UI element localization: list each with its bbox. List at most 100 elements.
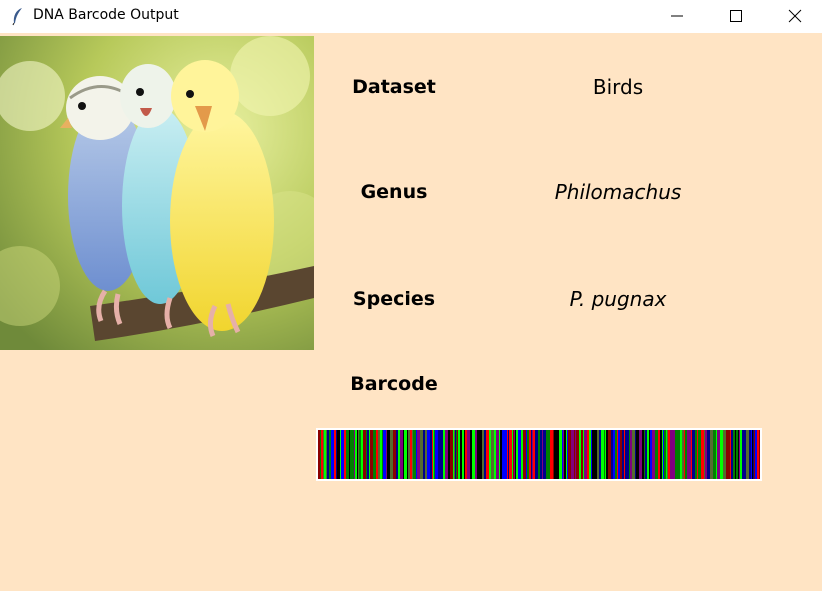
genus-label: Genus [360, 181, 428, 203]
barcode-stripe [597, 430, 599, 479]
barcode-stripe [350, 430, 352, 479]
barcode-stripe [323, 430, 324, 479]
barcode-stripe [642, 430, 644, 479]
barcode-stripe [564, 430, 566, 479]
barcode-stripe [636, 430, 639, 479]
barcode-stripe [592, 430, 594, 479]
barcode-stripe [617, 430, 618, 479]
barcode-stripe [393, 430, 396, 479]
barcode-stripe [680, 430, 682, 479]
barcode-stripe [749, 430, 751, 479]
barcode-stripe [399, 430, 400, 479]
barcode-stripe [334, 430, 336, 479]
barcode-stripe [738, 430, 739, 479]
barcode-stripe [523, 430, 526, 479]
barcode-stripe [423, 430, 424, 479]
barcode-stripe [396, 430, 398, 479]
barcode-stripe [620, 430, 622, 479]
barcode-stripe [691, 430, 692, 479]
species-label: Species [352, 288, 436, 310]
dataset-label: Dataset [352, 76, 436, 98]
barcode-stripe [420, 430, 422, 479]
barcode-stripe [665, 430, 666, 479]
barcode-stripe [753, 430, 754, 479]
barcode-stripe [344, 430, 346, 479]
barcode-stripe [499, 430, 500, 479]
barcode-stripe [357, 430, 358, 479]
barcode-stripe [625, 430, 627, 479]
barcode-stripe [412, 430, 413, 479]
barcode-stripe [513, 430, 514, 479]
barcode-stripe [408, 430, 410, 479]
barcode-stripe [685, 430, 687, 479]
barcode-stripe [723, 430, 725, 479]
barcode-stripe [450, 430, 453, 479]
barcode-stripe [649, 430, 650, 479]
barcode-stripe [407, 430, 408, 479]
barcode-stripe [526, 430, 527, 479]
barcode-stripe [518, 430, 521, 479]
barcode-stripe [604, 430, 605, 479]
barcode-stripe [422, 430, 423, 479]
barcode-label: Barcode [350, 373, 438, 395]
close-button[interactable] [772, 0, 818, 33]
barcode-stripe [370, 430, 373, 479]
barcode-stripe [454, 430, 455, 479]
barcode-stripe [690, 430, 691, 479]
minimize-button[interactable] [654, 0, 700, 33]
barcode-stripe [489, 430, 491, 479]
barcode-stripe [462, 430, 464, 479]
dna-barcode [316, 428, 762, 481]
barcode-stripe [380, 430, 382, 479]
barcode-stripe [730, 430, 731, 479]
barcode-stripe [387, 430, 390, 479]
barcode-stripe [758, 430, 759, 479]
barcode-stripe [736, 430, 738, 479]
barcode-stripe [432, 430, 433, 479]
barcode-stripe [705, 430, 707, 479]
barcode-stripe [710, 430, 713, 479]
barcode-stripe [581, 430, 583, 479]
barcode-stripe [349, 430, 350, 479]
barcode-stripe [707, 430, 710, 479]
barcode-stripe [546, 430, 548, 479]
barcode-stripe [668, 430, 670, 479]
barcode-stripe [366, 430, 367, 479]
barcode-stripe [516, 430, 518, 479]
barcode-stripe [359, 430, 361, 479]
maximize-button[interactable] [713, 0, 759, 33]
barcode-stripe [733, 430, 735, 479]
barcode-stripe [383, 430, 386, 479]
barcode-stripe [486, 430, 489, 479]
barcode-stripe [548, 430, 550, 479]
barcode-stripe [318, 430, 320, 479]
barcode-stripe [759, 430, 760, 479]
barcode-stripe [400, 430, 403, 479]
barcode-stripe [533, 430, 535, 479]
barcode-stripe [390, 430, 393, 479]
barcode-stripe [369, 430, 370, 479]
barcode-stripe [527, 430, 529, 479]
barcode-stripe [321, 430, 323, 479]
barcode-stripe [336, 430, 337, 479]
barcode-stripe [417, 430, 420, 479]
barcode-stripe [361, 430, 363, 479]
barcode-stripe [331, 430, 334, 479]
window-title: DNA Barcode Output [33, 7, 179, 23]
barcode-stripe [717, 430, 720, 479]
barcode-stripe [656, 430, 657, 479]
barcode-stripe [413, 430, 416, 479]
barcode-stripe [677, 430, 680, 479]
barcode-stripe [403, 430, 404, 479]
barcode-stripe [650, 430, 652, 479]
barcode-stripe [675, 430, 677, 479]
barcode-stripe [645, 430, 647, 479]
barcode-stripe [435, 430, 438, 479]
barcode-stripe [482, 430, 484, 479]
barcode-stripe [576, 430, 579, 479]
barcode-stripe [398, 430, 399, 479]
barcode-stripe [742, 430, 745, 479]
barcode-stripe [376, 430, 378, 479]
barcode-stripe [605, 430, 606, 479]
barcode-stripe [589, 430, 591, 479]
